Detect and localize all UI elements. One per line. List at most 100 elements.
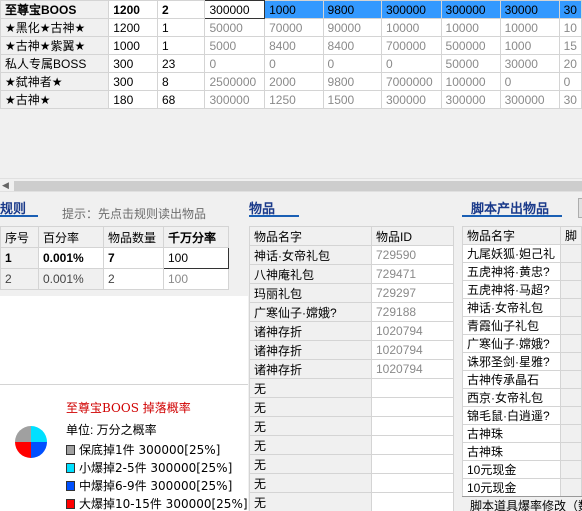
boss-cell[interactable]: 300000 <box>499 90 560 109</box>
boss-cell[interactable]: 300000 <box>204 90 266 109</box>
script-item-name[interactable]: 神话·女帝礼包 <box>462 298 561 317</box>
boss-cell[interactable]: 700000 <box>380 36 442 55</box>
item-id-cell[interactable]: 729188 <box>371 302 454 322</box>
item-id-cell[interactable] <box>371 378 454 398</box>
script-item-name[interactable]: 五虎神将·马超? <box>462 280 561 299</box>
boss-cell[interactable]: 9800 <box>322 0 382 19</box>
script-item-name[interactable]: 西京·女帝礼包 <box>462 388 561 407</box>
boss-cell[interactable]: 30000 <box>499 54 560 73</box>
items-grid[interactable]: 物品名字 物品ID 神话·女帝礼包 729590 八神庵礼包 729471 玛丽礼包 72… <box>249 226 454 511</box>
boss-cell[interactable]: 1 <box>156 18 206 37</box>
item-id-cell[interactable] <box>371 435 454 455</box>
item-name-cell[interactable]: 诸神存折 <box>249 340 372 360</box>
items-row[interactable]: 诸神存折 1020794 <box>249 359 454 379</box>
boss-cell[interactable]: 300000 <box>440 0 501 19</box>
items-row[interactable]: 无 <box>249 492 454 511</box>
boss-cell[interactable]: 7000000 <box>380 72 442 91</box>
boss-cell[interactable]: 30000 <box>499 0 560 19</box>
boss-cell[interactable]: 1 <box>156 36 206 55</box>
script-item-extra[interactable] <box>559 298 582 317</box>
horizontal-scrollbar[interactable]: ◀ <box>0 178 582 192</box>
boss-cell[interactable]: 1200 <box>108 18 158 37</box>
boss-cell[interactable]: 1500 <box>322 90 382 109</box>
boss-cell[interactable]: 1250 <box>264 90 324 109</box>
boss-cell[interactable]: 23 <box>156 54 206 73</box>
boss-cell[interactable]: ★古神★紫翼★ <box>0 36 110 55</box>
script-row[interactable]: 古神珠 <box>462 442 582 461</box>
rules-header-tenmillion[interactable]: 千万分率 <box>163 226 229 248</box>
boss-cell[interactable]: 10000 <box>380 18 442 37</box>
script-row[interactable]: 锦毛鼠·白逍遥? <box>462 406 582 425</box>
boss-cell[interactable]: 2000 <box>264 72 324 91</box>
script-header-name[interactable]: 物品名字 <box>462 226 561 245</box>
boss-cell[interactable]: 30 <box>558 90 582 109</box>
script-item-extra[interactable] <box>559 370 582 389</box>
script-row[interactable]: 五虎神将·马超? <box>462 280 582 299</box>
item-id-cell[interactable]: 1020794 <box>371 340 454 360</box>
boss-cell[interactable]: 50000 <box>204 18 266 37</box>
script-row[interactable]: 九尾妖狐·妲己礼 <box>462 244 582 263</box>
script-items-grid[interactable]: 物品名字 脚 九尾妖狐·妲己礼 五虎神将·黄忠? 五虎神将·马超? 神话·女帝礼包 青霞… <box>462 226 582 511</box>
item-id-cell[interactable] <box>371 473 454 493</box>
rules-row[interactable]: 2 0.001% 2 100 <box>0 268 229 290</box>
script-item-name[interactable]: 古神珠 <box>462 442 561 461</box>
items-row[interactable]: 诸神存折 1020794 <box>249 321 454 341</box>
script-item-extra[interactable] <box>559 262 582 281</box>
items-header-id[interactable]: 物品ID <box>371 226 454 246</box>
script-row[interactable]: 10元现金 <box>462 460 582 479</box>
boss-cell[interactable]: 0 <box>322 54 382 73</box>
items-row[interactable]: 广寒仙子·嫦娥? 729188 <box>249 302 454 322</box>
boss-cell[interactable]: 70000 <box>264 18 324 37</box>
script-row[interactable]: 神话·女帝礼包 <box>462 298 582 317</box>
rules-cell[interactable]: 0.001% <box>38 268 104 290</box>
script-item-extra[interactable] <box>559 460 582 479</box>
boss-cell[interactable]: 0 <box>499 72 560 91</box>
boss-cell[interactable]: 0 <box>264 54 324 73</box>
items-row[interactable]: 无 <box>249 454 454 474</box>
boss-cell[interactable]: 10000 <box>440 18 501 37</box>
item-id-cell[interactable]: 729590 <box>371 245 454 265</box>
script-item-extra[interactable] <box>559 388 582 407</box>
item-name-cell[interactable]: 八神庵礼包 <box>249 264 372 284</box>
item-id-cell[interactable] <box>371 454 454 474</box>
items-row[interactable]: 无 <box>249 473 454 493</box>
items-row[interactable]: 神话·女帝礼包 729590 <box>249 245 454 265</box>
boss-row[interactable]: 至尊宝BOOS 1200 2 300000 1000 9800 300000 300000 30… <box>0 0 582 19</box>
boss-cell[interactable]: 300000 <box>380 0 442 19</box>
script-item-name[interactable]: 10元现金 <box>462 460 561 479</box>
script-item-name[interactable]: 锦毛鼠·白逍遥? <box>462 406 561 425</box>
boss-cell[interactable]: 至尊宝BOOS <box>0 0 110 19</box>
script-row[interactable]: 青霞仙子礼包 <box>462 316 582 335</box>
boss-cell[interactable]: 8400 <box>264 36 324 55</box>
script-footer-tab[interactable]: 脚本道具爆率修改（数 <box>462 496 582 511</box>
item-name-cell[interactable]: 无 <box>249 378 372 398</box>
boss-row[interactable]: ★古神★紫翼★ 1000 1 5000 8400 8400 700000 500000 1000… <box>0 36 582 55</box>
script-row[interactable]: 古神珠 <box>462 424 582 443</box>
boss-cell[interactable]: 10 <box>558 18 582 37</box>
script-item-name[interactable]: 诛邪圣剑·星雅? <box>462 352 561 371</box>
items-header-name[interactable]: 物品名字 <box>249 226 372 246</box>
item-id-cell[interactable]: 729297 <box>371 283 454 303</box>
rules-cell[interactable]: 2 <box>103 268 164 290</box>
rules-cell[interactable]: 0.001% <box>38 247 104 269</box>
rules-header-qty[interactable]: 物品数量 <box>103 226 164 248</box>
item-name-cell[interactable]: 无 <box>249 473 372 493</box>
items-row[interactable]: 八神庵礼包 729471 <box>249 264 454 284</box>
boss-cell[interactable]: 9800 <box>322 72 382 91</box>
boss-cell[interactable]: 500000 <box>440 36 501 55</box>
rules-cell[interactable]: 7 <box>103 247 164 269</box>
boss-cell[interactable]: 1000 <box>264 0 324 19</box>
script-row[interactable]: 五虎神将·黄忠? <box>462 262 582 281</box>
boss-cell[interactable]: 0 <box>204 54 266 73</box>
script-row[interactable]: 西京·女帝礼包 <box>462 388 582 407</box>
boss-cell[interactable]: ★弑神者★ <box>0 72 110 91</box>
boss-cell[interactable]: 300 <box>108 54 158 73</box>
script-item-name[interactable]: 五虎神将·黄忠? <box>462 262 561 281</box>
boss-cell[interactable]: 1200 <box>108 0 158 19</box>
item-name-cell[interactable]: 神话·女帝礼包 <box>249 245 372 265</box>
script-item-name[interactable]: 广寒仙子·嫦娥? <box>462 334 561 353</box>
items-row[interactable]: 玛丽礼包 729297 <box>249 283 454 303</box>
script-item-extra[interactable] <box>559 442 582 461</box>
rules-cell[interactable]: 1 <box>0 247 39 269</box>
boss-cell[interactable]: 90000 <box>322 18 382 37</box>
